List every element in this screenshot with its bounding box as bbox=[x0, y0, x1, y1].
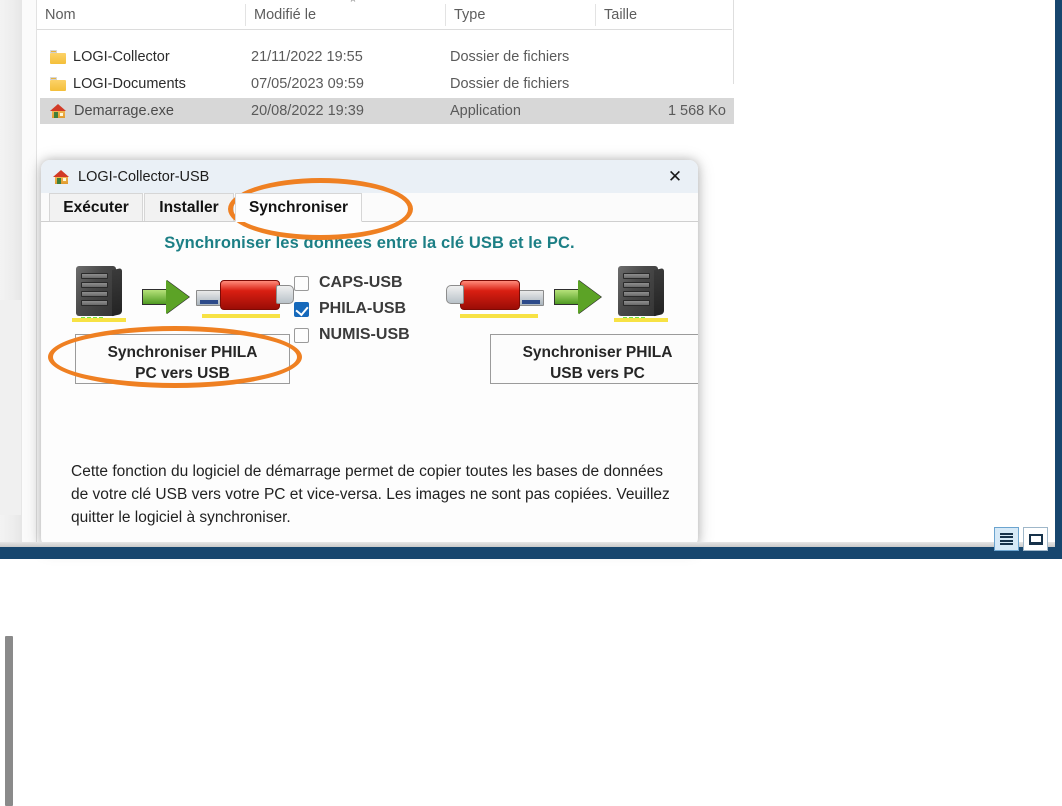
nas-server-icon bbox=[614, 264, 668, 322]
button-line-1: Synchroniser PHILA bbox=[522, 344, 673, 361]
panel-description: Cette fonction du logiciel de démarrage … bbox=[71, 463, 670, 526]
checkbox-label-caps-usb: CAPS-USB bbox=[319, 274, 403, 291]
dialog-title-bar[interactable]: LOGI-Collector-USB ✕ bbox=[41, 160, 698, 193]
column-header-type[interactable]: Type bbox=[446, 0, 595, 29]
vertical-scrollbar-track[interactable] bbox=[0, 300, 21, 806]
table-row[interactable]: Demarrage.exe 20/08/2022 19:39 Applicati… bbox=[40, 98, 734, 124]
pc-to-usb-block: Synchroniser PHILA PC vers USB bbox=[64, 262, 324, 384]
monitor-icon bbox=[1028, 533, 1043, 545]
checkbox-numis-usb[interactable] bbox=[294, 327, 309, 343]
view-mode-buttons bbox=[994, 527, 1052, 553]
window-right-border bbox=[1055, 0, 1062, 547]
file-modified-cell: 20/08/2022 19:39 bbox=[251, 103, 364, 119]
usb-stick-icon bbox=[196, 274, 296, 320]
usb-database-checkbox-group: CAPS-USB PHILA-USB NUMIS-USB bbox=[294, 270, 410, 348]
house-icon bbox=[50, 103, 67, 119]
synchroniser-panel: Synchroniser les données entre la clé US… bbox=[42, 222, 698, 546]
checkbox-label-numis-usb: NUMIS-USB bbox=[319, 326, 410, 343]
details-view-button[interactable] bbox=[994, 527, 1019, 551]
panel-heading: Synchroniser les données entre la clé US… bbox=[164, 234, 575, 252]
tab-strip: Exécuter Installer Synchroniser bbox=[41, 193, 698, 222]
checkbox-label-phila-usb: PHILA-USB bbox=[319, 300, 407, 317]
file-name-cell[interactable]: Demarrage.exe bbox=[50, 103, 174, 119]
checkbox-row-numis-usb[interactable]: NUMIS-USB bbox=[294, 322, 410, 348]
pc-to-usb-illustration bbox=[64, 262, 324, 328]
folder-icon bbox=[50, 50, 66, 64]
vertical-scrollbar-thumb[interactable] bbox=[5, 636, 13, 806]
explorer-navigation-pane-edge bbox=[22, 0, 37, 547]
file-name-cell[interactable]: LOGI-Collector bbox=[50, 49, 170, 65]
file-size-cell: 1 568 Ko bbox=[667, 103, 726, 119]
tab-synchroniser[interactable]: Synchroniser bbox=[235, 193, 362, 222]
column-header-row: Nom Modifié le Type Taille bbox=[37, 0, 732, 30]
file-type-cell: Dossier de fichiers bbox=[450, 76, 570, 92]
synchroniser-phila-pc-vers-usb-button[interactable]: Synchroniser PHILA PC vers USB bbox=[75, 334, 290, 384]
sort-ascending-icon: ⌃ bbox=[348, 0, 358, 10]
column-header-taille[interactable]: Taille bbox=[596, 0, 726, 29]
button-line-1: Synchroniser PHILA bbox=[107, 344, 258, 361]
button-line-2: USB vers PC bbox=[550, 365, 645, 382]
file-name-label: LOGI-Collector bbox=[73, 49, 170, 65]
table-row[interactable]: LOGI-Collector 21/11/2022 19:55 Dossier … bbox=[40, 44, 734, 70]
usb-to-pc-illustration bbox=[442, 262, 692, 328]
file-modified-cell: 07/05/2023 09:59 bbox=[251, 76, 364, 92]
file-type-cell: Application bbox=[450, 103, 521, 119]
file-name-label: Demarrage.exe bbox=[74, 103, 174, 119]
folder-icon bbox=[50, 77, 66, 91]
checkbox-row-caps-usb[interactable]: CAPS-USB bbox=[294, 270, 410, 296]
file-type-cell: Dossier de fichiers bbox=[450, 49, 570, 65]
window-bottom-border bbox=[0, 547, 1062, 559]
tab-executer[interactable]: Exécuter bbox=[49, 193, 143, 222]
list-lines-icon bbox=[1000, 533, 1013, 545]
checkbox-caps-usb[interactable] bbox=[294, 275, 309, 291]
column-header-nom[interactable]: Nom bbox=[37, 0, 245, 29]
logi-collector-usb-dialog: LOGI-Collector-USB ✕ Exécuter Installer … bbox=[41, 160, 698, 547]
synchroniser-phila-usb-vers-pc-button[interactable]: Synchroniser PHILA USB vers PC bbox=[490, 334, 698, 384]
tab-installer[interactable]: Installer bbox=[144, 193, 234, 222]
close-icon[interactable]: ✕ bbox=[652, 160, 698, 193]
arrow-right-icon bbox=[142, 280, 190, 314]
file-name-label: LOGI-Documents bbox=[73, 76, 186, 92]
house-icon bbox=[53, 169, 70, 185]
dialog-title: LOGI-Collector-USB bbox=[78, 168, 210, 185]
file-modified-cell: 21/11/2022 19:55 bbox=[251, 49, 363, 65]
checkbox-phila-usb[interactable] bbox=[294, 301, 309, 317]
checkbox-row-phila-usb[interactable]: PHILA-USB bbox=[294, 296, 410, 322]
nas-server-icon bbox=[72, 264, 126, 322]
file-name-cell[interactable]: LOGI-Documents bbox=[50, 76, 186, 92]
dialog-title-group: LOGI-Collector-USB bbox=[41, 169, 209, 185]
arrow-right-icon bbox=[554, 280, 602, 314]
table-row[interactable]: LOGI-Documents 07/05/2023 09:59 Dossier … bbox=[40, 71, 734, 97]
large-icons-view-button[interactable] bbox=[1023, 527, 1048, 551]
button-line-2: PC vers USB bbox=[135, 365, 230, 382]
usb-to-pc-block: Synchroniser PHILA USB vers PC bbox=[442, 262, 698, 384]
usb-stick-icon bbox=[444, 274, 544, 320]
